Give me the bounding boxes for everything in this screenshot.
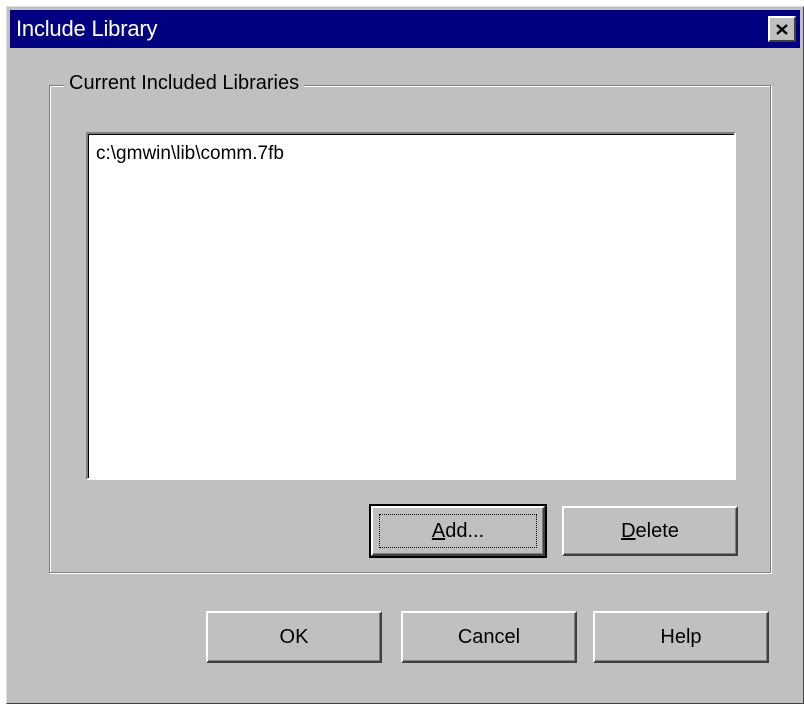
delete-mnemonic: D (621, 519, 636, 542)
delete-label: elete (635, 519, 679, 542)
close-button[interactable] (768, 16, 796, 42)
ok-button[interactable]: OK (206, 611, 382, 663)
ok-label: OK (279, 625, 309, 648)
close-icon (776, 23, 788, 35)
add-label: dd... (445, 519, 485, 542)
list-item[interactable]: c:\gmwin\lib\comm.7fb (96, 142, 284, 166)
include-library-dialog: Include Library Current Included Librari… (6, 6, 804, 704)
add-button[interactable]: Add... (369, 504, 547, 558)
help-label: Help (660, 625, 702, 648)
library-listbox[interactable]: c:\gmwin\lib\comm.7fb (86, 132, 736, 480)
dialog-title: Include Library (16, 16, 158, 41)
help-button[interactable]: Help (593, 611, 769, 663)
cancel-button[interactable]: Cancel (401, 611, 577, 663)
add-mnemonic: A (431, 519, 446, 542)
title-bar[interactable]: Include Library (10, 10, 800, 48)
delete-button[interactable]: Delete (562, 506, 738, 556)
group-label: Current Included Libraries (64, 70, 305, 96)
cancel-label: Cancel (457, 625, 521, 648)
included-libraries-group: Current Included Libraries c:\gmwin\lib\… (49, 70, 771, 573)
